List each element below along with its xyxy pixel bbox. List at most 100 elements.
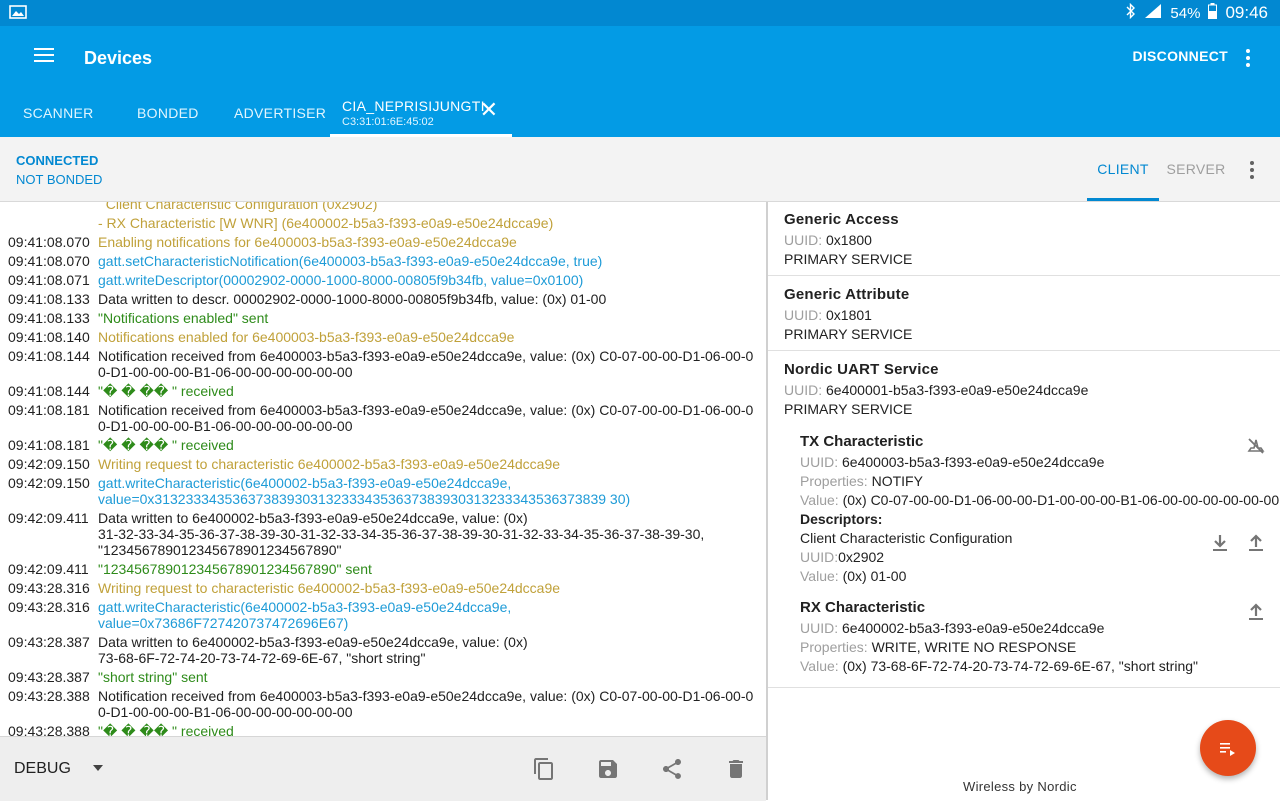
- log-message: gatt.writeCharacteristic(6e400002-b5a3-f…: [98, 475, 631, 507]
- log-row[interactable]: 09:42:09.411 "123456789012345678901234567…: [0, 561, 766, 577]
- signal-icon: [1144, 3, 1162, 23]
- log-row[interactable]: 09:43:28.388 Notification received from 6…: [0, 688, 766, 720]
- log-time: 09:43:28.316: [8, 599, 90, 615]
- log-message: "� � �� " received: [98, 723, 234, 736]
- battery-percent: 54%: [1170, 4, 1201, 22]
- log-row[interactable]: 09:41:08.133 "Notifications enabled" sent: [0, 310, 766, 326]
- log-row[interactable]: Client Characteristic Configuration (0x2…: [0, 202, 766, 212]
- log-time: 09:43:28.316: [8, 580, 90, 596]
- log-message: "123456789012345678901234567890" sent: [98, 561, 372, 577]
- log-message: "Notifications enabled" sent: [98, 310, 269, 326]
- log-row[interactable]: 09:41:08.070 gatt.setCharacteristicNotifi…: [0, 253, 766, 269]
- tab-scanner[interactable]: SCANNER: [23, 88, 94, 137]
- value-label: Value:: [800, 658, 839, 674]
- tab-bonded[interactable]: BONDED: [137, 88, 199, 137]
- service-nordic-uart[interactable]: Nordic UART Service UUID: 6e400001-b5a3-…: [768, 351, 1280, 688]
- uuid-label: UUID:: [784, 382, 823, 398]
- log-time: 09:41:08.144: [8, 383, 90, 399]
- characteristic-properties: WRITE, WRITE NO RESPONSE: [871, 639, 1077, 655]
- copy-icon[interactable]: [532, 757, 556, 781]
- service-name: Nordic UART Service: [784, 361, 939, 378]
- log-message: Notification received from 6e400003-b5a3…: [98, 348, 754, 380]
- more-options-icon[interactable]: [1246, 49, 1250, 70]
- characteristic-name: RX Characteristic: [800, 599, 926, 616]
- read-descriptor-icon[interactable]: [1210, 533, 1230, 558]
- macros-fab-button[interactable]: [1200, 720, 1256, 776]
- delete-icon[interactable]: [724, 757, 748, 781]
- tab-device[interactable]: CIA_NEPRISIJUNGTI C3:31:01:6E:45:02 ✕: [330, 88, 512, 137]
- menu-icon[interactable]: [34, 48, 54, 66]
- log-row[interactable]: 09:41:08.133 Data written to descr. 00002…: [0, 291, 766, 307]
- characteristic-uuid: 6e400003-b5a3-f393-e0a9-e50e24dcca9e: [842, 454, 1105, 470]
- log-message: Writing request to characteristic 6e4000…: [98, 580, 561, 596]
- uuid-label: UUID:: [784, 307, 823, 323]
- log-time: 09:41:08.181: [8, 402, 90, 418]
- log-row[interactable]: 09:43:28.316 Writing request to character…: [0, 580, 766, 596]
- log-message: Notifications enabled for 6e400003-b5a3-…: [98, 329, 515, 345]
- service-uuid: 0x1801: [826, 307, 872, 323]
- log-row[interactable]: 09:43:28.388 "� � �� " received: [0, 723, 766, 736]
- log-row[interactable]: 09:41:08.144 "� � �� " received: [0, 383, 766, 399]
- service-generic-access[interactable]: Generic Access UUID: 0x1800 PRIMARY SERV…: [768, 202, 1280, 276]
- log-time: 09:42:09.150: [8, 475, 90, 491]
- service-type: PRIMARY SERVICE: [784, 251, 913, 267]
- status-bar: 54% 09:46: [0, 0, 1280, 26]
- log-time: 09:42:09.411: [8, 561, 89, 577]
- characteristic-properties: NOTIFY: [871, 473, 923, 489]
- log-toolbar: DEBUG: [0, 736, 766, 801]
- tab-client-label: CLIENT: [1097, 161, 1149, 177]
- disconnect-button[interactable]: DISCONNECT: [1132, 48, 1228, 64]
- log-row[interactable]: 09:41:08.140 Notifications enabled for 6e…: [0, 329, 766, 345]
- log-row[interactable]: 09:43:28.316 gatt.writeCharacteristic(6e4…: [0, 599, 766, 631]
- descriptor-name: Client Characteristic Configuration: [800, 530, 1013, 546]
- uuid-label: UUID:: [800, 620, 839, 636]
- write-characteristic-icon[interactable]: [1246, 602, 1266, 627]
- log-row[interactable]: 09:42:09.411 Data written to 6e400002-b5a…: [0, 510, 766, 558]
- playlist-play-icon: [1220, 743, 1235, 756]
- share-icon[interactable]: [660, 757, 684, 781]
- client-tab-indicator: [1087, 198, 1159, 201]
- value-label: Value:: [800, 492, 839, 508]
- save-icon[interactable]: [596, 757, 620, 781]
- services-list[interactable]: Generic Access UUID: 0x1800 PRIMARY SERV…: [768, 202, 1280, 800]
- log-row[interactable]: 09:42:09.150 gatt.writeCharacteristic(6e4…: [0, 475, 766, 507]
- properties-label: Properties:: [800, 639, 868, 655]
- tab-client[interactable]: CLIENT: [1087, 137, 1159, 201]
- tab-advertiser[interactable]: ADVERTISER: [234, 88, 326, 137]
- log-row[interactable]: 09:41:08.070 Enabling notifications for 6…: [0, 234, 766, 250]
- connection-state: CONNECTED: [16, 153, 99, 168]
- connection-bar: CONNECTED NOT BONDED CLIENT SERVER: [0, 137, 1280, 202]
- dropdown-arrow-icon[interactable]: [93, 765, 103, 771]
- log-row[interactable]: 09:43:28.387 "short string" sent: [0, 669, 766, 685]
- connection-more-icon[interactable]: [1250, 161, 1254, 182]
- gallery-notification-icon: [9, 5, 27, 23]
- log-list[interactable]: Client Characteristic Configuration (0x2…: [0, 202, 766, 736]
- log-row[interactable]: 09:42:09.150 Writing request to character…: [0, 456, 766, 472]
- service-type: PRIMARY SERVICE: [784, 401, 913, 417]
- log-row[interactable]: 09:41:08.144 Notification received from 6…: [0, 348, 766, 380]
- log-message: Data written to 6e400002-b5a3-f393-e0a9-…: [98, 510, 705, 558]
- log-row[interactable]: 09:41:08.181 "� � �� " received: [0, 437, 766, 453]
- log-level-selector[interactable]: DEBUG: [14, 760, 71, 778]
- characteristic-uuid: 6e400002-b5a3-f393-e0a9-e50e24dcca9e: [842, 620, 1105, 636]
- log-time: 09:41:08.133: [8, 310, 90, 326]
- notifications-off-icon[interactable]: [1246, 436, 1266, 461]
- log-time: 09:41:08.070: [8, 253, 90, 269]
- log-time: 09:41:08.181: [8, 437, 90, 453]
- log-time: 09:41:08.144: [8, 348, 90, 364]
- service-uuid: 6e400001-b5a3-f393-e0a9-e50e24dcca9e: [826, 382, 1089, 398]
- tab-server[interactable]: SERVER: [1160, 137, 1232, 201]
- log-row[interactable]: 09:43:28.387 Data written to 6e400002-b5a…: [0, 634, 766, 666]
- log-row[interactable]: - RX Characteristic [W WNR] (6e400002-b5…: [0, 215, 766, 231]
- write-descriptor-icon[interactable]: [1246, 533, 1266, 558]
- log-row[interactable]: 09:41:08.181 Notification received from 6…: [0, 402, 766, 434]
- descriptor-uuid: 0x2902: [838, 549, 885, 565]
- log-row[interactable]: 09:41:08.071 gatt.writeDescriptor(0000290…: [0, 272, 766, 288]
- service-generic-attribute[interactable]: Generic Attribute UUID: 0x1801 PRIMARY S…: [768, 276, 1280, 351]
- log-message: Enabling notifications for 6e400003-b5a3…: [98, 234, 517, 250]
- bluetooth-icon: [1126, 2, 1136, 23]
- log-time: 09:41:08.133: [8, 291, 90, 307]
- close-tab-icon[interactable]: ✕: [480, 99, 498, 121]
- log-time: 09:43:28.388: [8, 688, 90, 704]
- value-label: Value:: [800, 568, 839, 584]
